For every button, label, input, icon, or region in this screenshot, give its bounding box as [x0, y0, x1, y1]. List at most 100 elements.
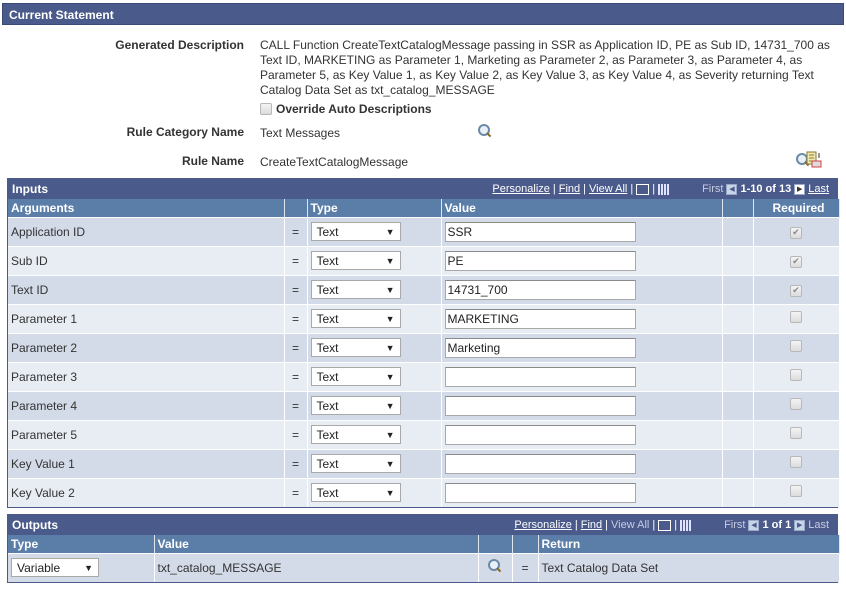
- type-select[interactable]: Text ▼: [310, 367, 401, 386]
- equals-sign: =: [284, 303, 308, 333]
- argument-name: Sub ID: [8, 245, 285, 275]
- value-cell: [441, 274, 723, 304]
- zoom-grid-icon[interactable]: [658, 519, 672, 531]
- type-select-value: Text: [316, 427, 339, 442]
- value-input[interactable]: [444, 424, 636, 445]
- rule-category-label: Rule Category Name: [126, 125, 244, 139]
- download-to-excel-icon[interactable]: [658, 183, 671, 195]
- required-cell: ✔: [753, 216, 840, 246]
- blank-cell: [722, 216, 754, 246]
- inputs-table: Arguments Type Value Required Applicatio…: [8, 199, 840, 507]
- zoom-grid-icon[interactable]: [636, 183, 650, 195]
- required-cell: [753, 303, 840, 333]
- value-input[interactable]: [444, 453, 636, 474]
- value-cell: [441, 477, 723, 507]
- input-row: Application ID = Text ▼ ✔: [8, 216, 840, 246]
- required-cell: ✔: [753, 245, 840, 275]
- outputs-personalize-link[interactable]: Personalize: [514, 519, 571, 531]
- equals-sign: =: [284, 361, 308, 391]
- value-input[interactable]: [444, 482, 636, 503]
- rule-detail-icon[interactable]: [806, 151, 822, 168]
- type-select-value: Text: [316, 340, 339, 355]
- separator: |: [583, 183, 587, 195]
- type-select-value: Text: [316, 369, 339, 384]
- blank-cell: [722, 245, 754, 275]
- value-input[interactable]: [444, 337, 636, 358]
- inputs-row-count: 1-10 of 13: [740, 183, 792, 195]
- override-checkbox[interactable]: [260, 103, 272, 115]
- required-checkbox: [790, 485, 802, 498]
- separator: |: [652, 183, 656, 195]
- argument-name: Parameter 3: [8, 361, 285, 391]
- value-input[interactable]: [444, 221, 636, 242]
- type-select[interactable]: Text ▼: [310, 338, 401, 357]
- required-cell: ✔: [753, 274, 840, 304]
- type-cell: Text ▼: [307, 216, 442, 246]
- chevron-down-icon: ▼: [385, 313, 395, 324]
- type-cell: Text ▼: [307, 361, 442, 391]
- type-select[interactable]: Text ▼: [310, 425, 401, 444]
- output-type-value: Variable: [17, 560, 61, 575]
- outputs-grid-nav: Personalize | Find | View All | | First …: [514, 519, 829, 531]
- chevron-down-icon: ▼: [385, 487, 395, 498]
- chevron-down-icon: ▼: [385, 429, 395, 440]
- value-input[interactable]: [444, 366, 636, 387]
- value-input[interactable]: [444, 279, 636, 300]
- separator: |: [630, 183, 634, 195]
- type-cell: Text ▼: [307, 303, 442, 333]
- value-cell: [441, 245, 723, 275]
- chevron-down-icon: ▼: [385, 371, 395, 382]
- blank-cell: [722, 361, 754, 391]
- blank-cell: [722, 448, 754, 478]
- type-select[interactable]: Text ▼: [310, 483, 401, 503]
- value-cell: [441, 448, 723, 478]
- inputs-grid-header: Inputs Personalize | Find | View All | |…: [8, 179, 837, 199]
- output-type-select[interactable]: Variable ▼: [11, 558, 99, 578]
- outputs-row-count: 1 of 1: [762, 519, 792, 531]
- type-select[interactable]: Text ▼: [310, 251, 401, 270]
- inputs-view-all-link[interactable]: View All: [589, 183, 627, 195]
- download-to-excel-icon[interactable]: [680, 519, 693, 531]
- inputs-next-icon[interactable]: ▶: [794, 183, 806, 195]
- type-select[interactable]: Text ▼: [310, 280, 401, 299]
- type-select[interactable]: Text ▼: [310, 454, 401, 473]
- equals-sign: =: [284, 448, 308, 478]
- required-checkbox: [790, 427, 802, 439]
- value-input[interactable]: [444, 308, 636, 329]
- type-cell: Text ▼: [307, 332, 442, 362]
- override-auto-descriptions[interactable]: Override Auto Descriptions: [260, 102, 432, 116]
- outputs-find-link[interactable]: Find: [581, 519, 602, 531]
- required-cell: [753, 390, 840, 420]
- inputs-personalize-link[interactable]: Personalize: [492, 183, 549, 195]
- type-select-value: Text: [316, 253, 339, 268]
- type-cell: Text ▼: [307, 419, 442, 449]
- inputs-find-link[interactable]: Find: [559, 183, 580, 195]
- type-select[interactable]: Text ▼: [310, 396, 401, 415]
- input-row: Parameter 3 = Text ▼: [8, 361, 840, 391]
- argument-name: Key Value 2: [8, 477, 285, 507]
- type-cell: Text ▼: [307, 390, 442, 420]
- inputs-grid: Inputs Personalize | Find | View All | |…: [7, 178, 840, 508]
- separator: |: [605, 519, 609, 531]
- required-cell: [753, 332, 840, 362]
- value-cell: [441, 332, 723, 362]
- rule-category-lookup-icon[interactable]: [478, 124, 492, 138]
- value-input[interactable]: [444, 250, 636, 271]
- inputs-last-link[interactable]: Last: [808, 183, 829, 195]
- value-input[interactable]: [444, 395, 636, 416]
- required-checkbox: ✔: [790, 284, 802, 297]
- equals-sign: =: [284, 245, 308, 275]
- chevron-down-icon: ▼: [385, 400, 395, 411]
- value-cell: [441, 216, 723, 246]
- value-cell: [441, 303, 723, 333]
- col-value: Value: [441, 199, 723, 217]
- type-select-value: Text: [316, 485, 339, 500]
- type-cell: Text ▼: [307, 274, 442, 304]
- type-select[interactable]: Text ▼: [310, 222, 401, 241]
- output-lookup-icon[interactable]: [488, 559, 502, 573]
- type-select[interactable]: Text ▼: [310, 309, 401, 328]
- type-cell: Text ▼: [307, 477, 442, 507]
- type-select-value: Text: [316, 398, 339, 413]
- blank-cell: [722, 332, 754, 362]
- chevron-down-icon: ▼: [385, 284, 395, 295]
